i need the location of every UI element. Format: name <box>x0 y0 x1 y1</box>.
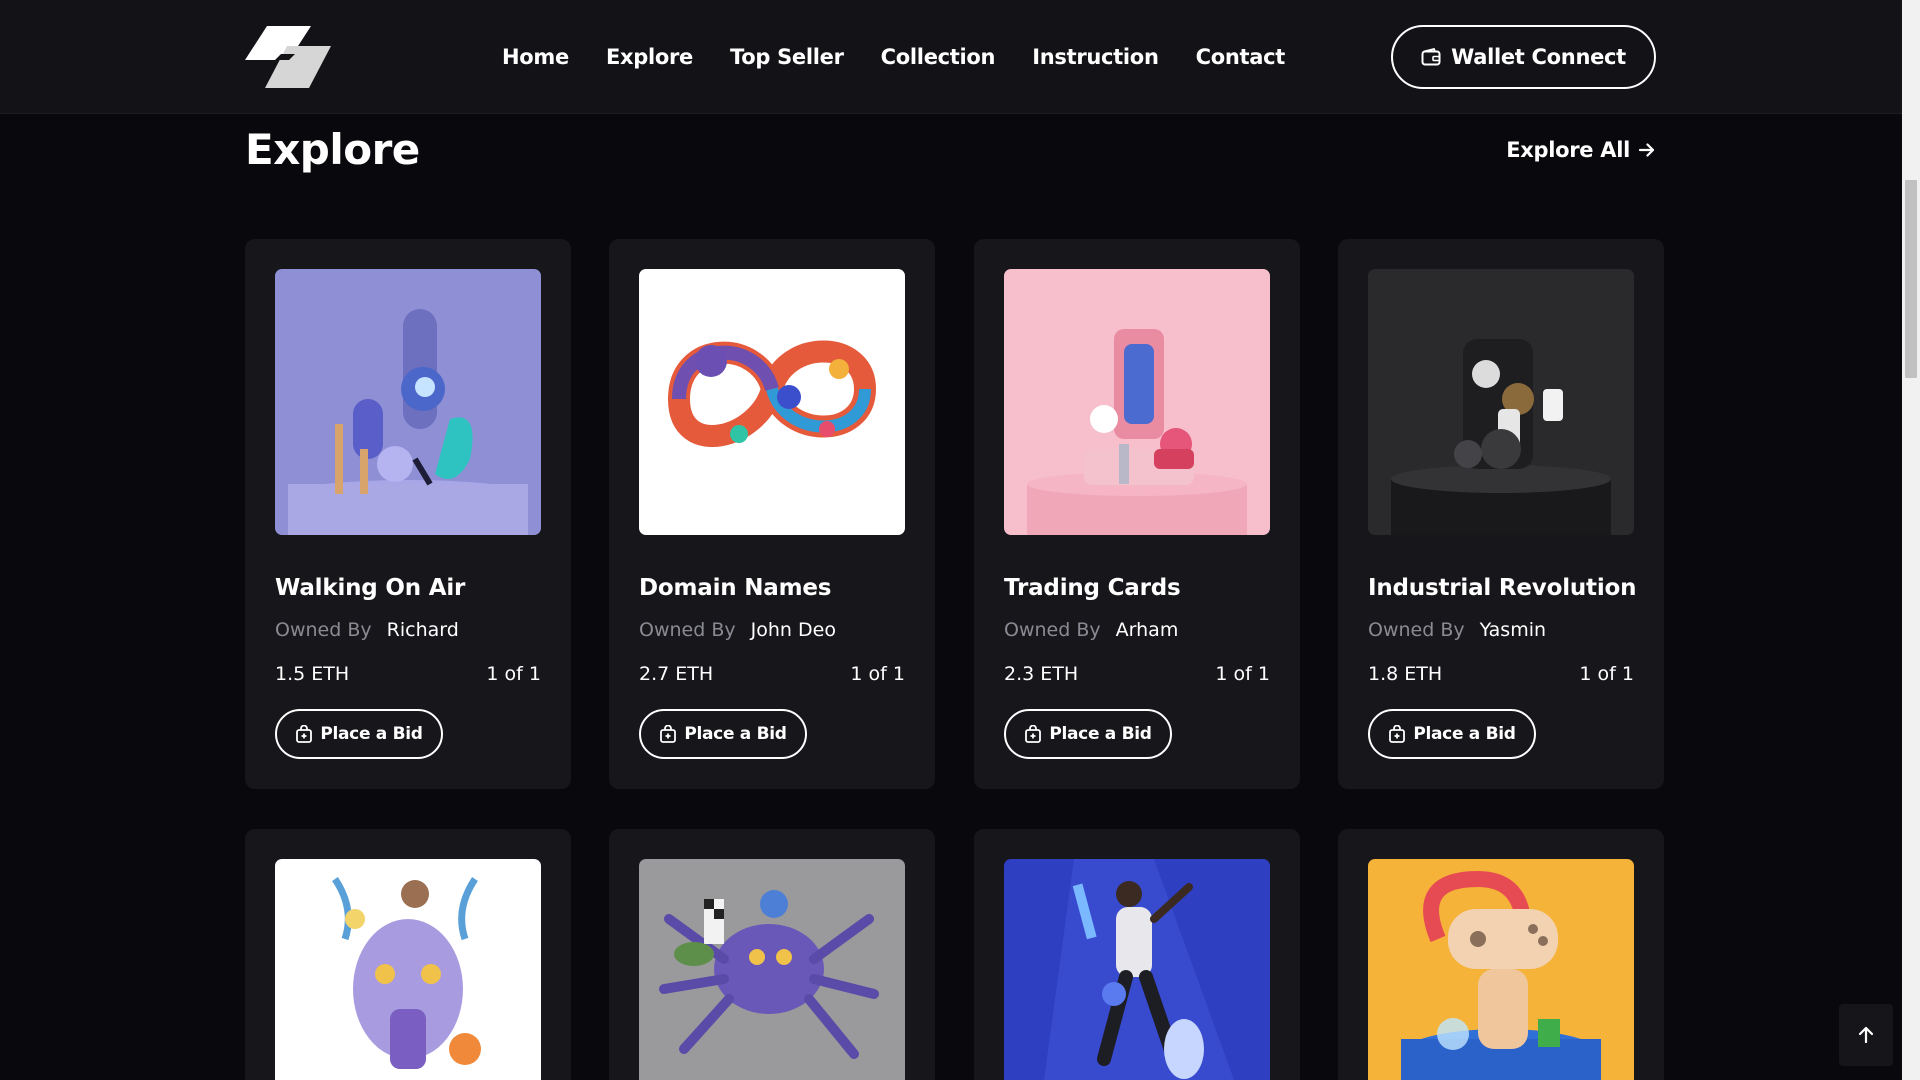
nft-card <box>245 829 571 1080</box>
nft-image[interactable] <box>639 269 905 535</box>
nft-title: Industrial Revolution <box>1368 575 1637 601</box>
nft-image[interactable] <box>639 859 905 1080</box>
nft-edition: 1 of 1 <box>1579 663 1634 685</box>
wallet-icon <box>1421 48 1441 66</box>
nft-edition: 1 of 1 <box>850 663 905 685</box>
bag-plus-icon <box>1025 725 1042 743</box>
nav-instruction[interactable]: Instruction <box>1032 45 1159 69</box>
nft-image[interactable] <box>1004 859 1270 1080</box>
owner-name[interactable]: Richard <box>387 619 459 641</box>
nft-owner: Owned By Richard <box>275 619 459 641</box>
arrow-up-icon <box>1858 1026 1874 1044</box>
nft-edition: 1 of 1 <box>486 663 541 685</box>
explore-all-link[interactable]: Explore All <box>1506 138 1656 162</box>
nft-image[interactable] <box>1368 269 1634 535</box>
owned-by-label: Owned By <box>1004 619 1101 641</box>
place-bid-button[interactable]: Place a Bid <box>1368 709 1536 759</box>
nav-contact[interactable]: Contact <box>1196 45 1286 69</box>
scrollbar-thumb[interactable] <box>1905 180 1917 378</box>
nft-artwork-trading-cards <box>1004 269 1270 535</box>
nft-card: Walking On Air Owned By Richard 1.5 ETH … <box>245 239 571 789</box>
nft-edition: 1 of 1 <box>1215 663 1270 685</box>
nft-artwork-creature <box>275 859 541 1080</box>
place-bid-label: Place a Bid <box>320 724 423 744</box>
nft-artwork-walking-on-air <box>275 269 541 535</box>
wallet-connect-button[interactable]: Wallet Connect <box>1391 25 1656 89</box>
brand-logo-icon[interactable] <box>245 26 331 88</box>
place-bid-label: Place a Bid <box>1049 724 1152 744</box>
nft-owner: Owned By Yasmin <box>1368 619 1546 641</box>
owner-name[interactable]: Arham <box>1116 619 1179 641</box>
main-nav: Home Explore Top Seller Collection Instr… <box>502 0 1322 114</box>
nft-owner: Owned By Arham <box>1004 619 1178 641</box>
bag-plus-icon <box>296 725 313 743</box>
owned-by-label: Owned By <box>639 619 736 641</box>
nft-artwork-gamepad <box>1368 859 1634 1080</box>
owner-name[interactable]: John Deo <box>751 619 836 641</box>
explore-all-label: Explore All <box>1506 138 1630 162</box>
place-bid-button[interactable]: Place a Bid <box>275 709 443 759</box>
owned-by-label: Owned By <box>275 619 372 641</box>
nft-artwork-domain-names <box>639 269 905 535</box>
bag-plus-icon <box>660 725 677 743</box>
owner-name[interactable]: Yasmin <box>1480 619 1546 641</box>
bag-plus-icon <box>1389 725 1406 743</box>
nft-image[interactable] <box>275 859 541 1080</box>
nft-image[interactable] <box>1368 859 1634 1080</box>
nft-card <box>609 829 935 1080</box>
nav-home[interactable]: Home <box>502 45 569 69</box>
nav-explore[interactable]: Explore <box>606 45 693 69</box>
place-bid-label: Place a Bid <box>684 724 787 744</box>
nft-title: Trading Cards <box>1004 575 1181 601</box>
nft-price: 2.3 ETH <box>1004 663 1079 685</box>
nft-artwork-spider <box>639 859 905 1080</box>
arrow-right-icon <box>1638 143 1655 157</box>
nft-card <box>974 829 1300 1080</box>
nft-card: Industrial Revolution Owned By Yasmin 1.… <box>1338 239 1664 789</box>
nft-image[interactable] <box>275 269 541 535</box>
nft-title: Walking On Air <box>275 575 466 601</box>
nft-price: 1.8 ETH <box>1368 663 1443 685</box>
place-bid-button[interactable]: Place a Bid <box>1004 709 1172 759</box>
nft-owner: Owned By John Deo <box>639 619 836 641</box>
wallet-connect-label: Wallet Connect <box>1451 45 1626 69</box>
back-to-top-button[interactable] <box>1839 1004 1893 1066</box>
owned-by-label: Owned By <box>1368 619 1465 641</box>
nft-card: Domain Names Owned By John Deo 2.7 ETH 1… <box>609 239 935 789</box>
place-bid-button[interactable]: Place a Bid <box>639 709 807 759</box>
nft-price: 2.7 ETH <box>639 663 714 685</box>
page-scrollbar[interactable] <box>1902 0 1920 1080</box>
section-title: Explore <box>245 125 420 174</box>
place-bid-label: Place a Bid <box>1413 724 1516 744</box>
site-header: Home Explore Top Seller Collection Instr… <box>0 0 1902 114</box>
nft-card: Trading Cards Owned By Arham 2.3 ETH 1 o… <box>974 239 1300 789</box>
nft-image[interactable] <box>1004 269 1270 535</box>
nft-price: 1.5 ETH <box>275 663 350 685</box>
nft-title: Domain Names <box>639 575 832 601</box>
nft-card <box>1338 829 1664 1080</box>
nav-top-seller[interactable]: Top Seller <box>730 45 844 69</box>
nft-artwork-dancer <box>1004 859 1270 1080</box>
nft-artwork-industrial-revolution <box>1368 269 1634 535</box>
nav-collection[interactable]: Collection <box>881 45 996 69</box>
